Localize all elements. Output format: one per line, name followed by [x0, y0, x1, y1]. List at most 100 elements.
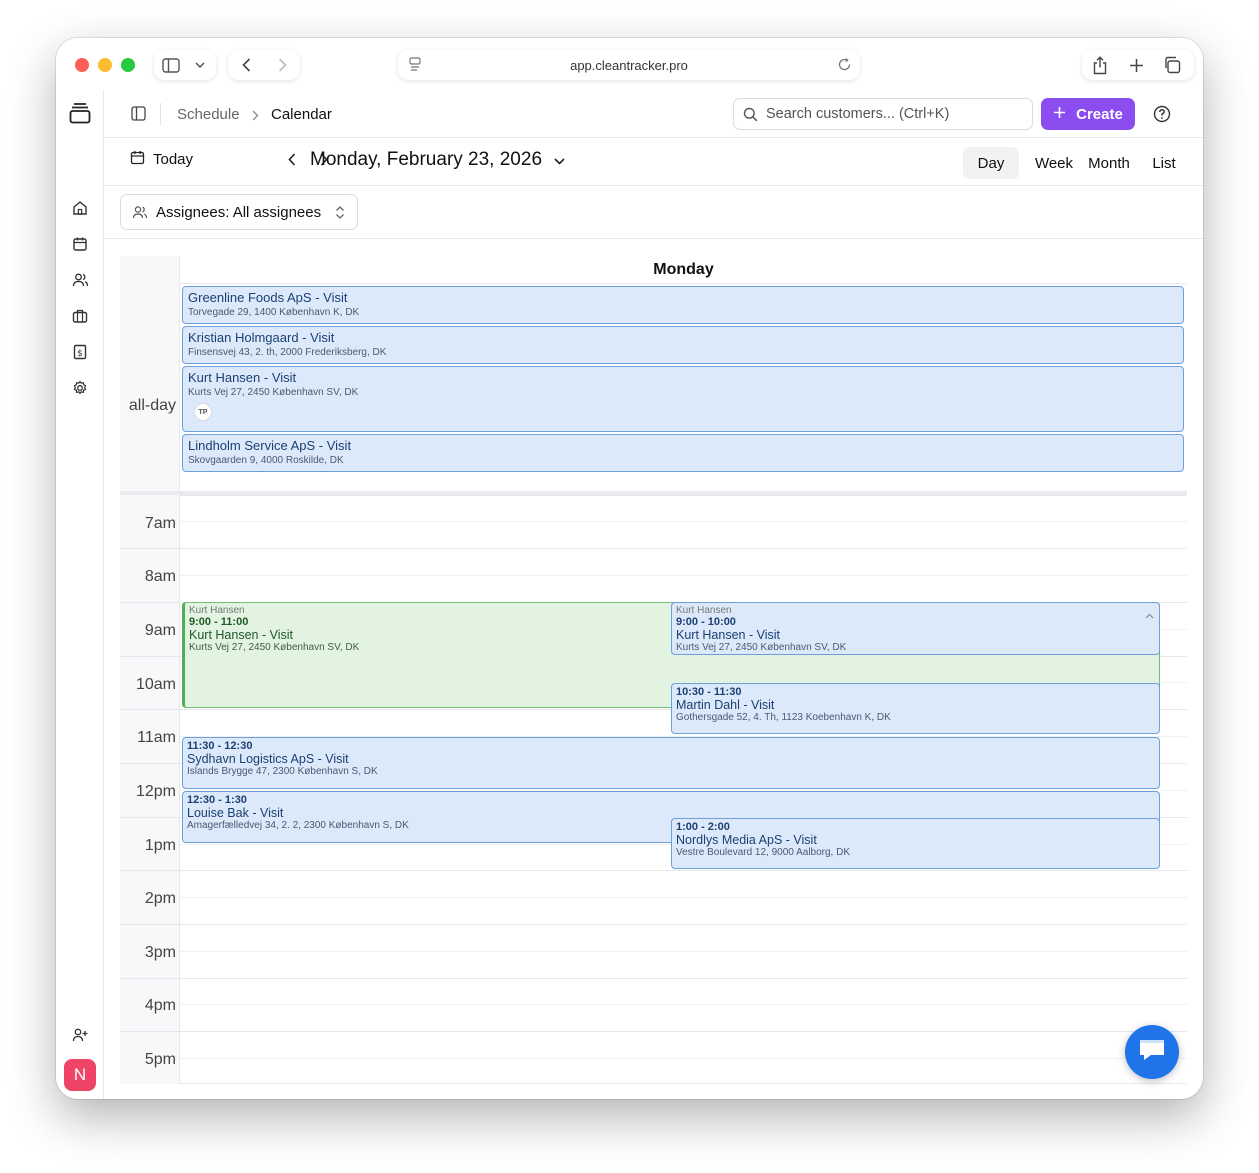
settings-icon[interactable] [70, 378, 90, 398]
date-title: Monday, February 23, 2026 [310, 149, 543, 170]
home-icon[interactable] [70, 198, 90, 218]
assignee-filter-select[interactable]: Assignees: All assignees [120, 194, 358, 230]
chevron-down-icon [554, 149, 565, 171]
assignee-filter-label: Assignees: All assignees [156, 203, 322, 221]
plus-icon [1053, 106, 1066, 123]
address-bar[interactable]: app.cleantracker.pro [398, 50, 860, 80]
breadcrumb-schedule[interactable]: Schedule [177, 106, 240, 123]
panel-toggle-icon[interactable] [131, 106, 146, 126]
event-assignee: Kurt Hansen [676, 605, 732, 616]
history-nav-group [228, 50, 300, 80]
chevron-up-icon[interactable] [1145, 606, 1154, 624]
event-address: Skovgaarden 9, 4000 Roskilde, DK [188, 455, 344, 466]
browser-actions-group [1082, 50, 1194, 80]
event-title: Greenline Foods ApS - Visit [188, 290, 348, 305]
allday-label: all-day [128, 397, 176, 414]
view-tab-day[interactable]: Day [963, 147, 1019, 179]
event-address: Kurts Vej 27, 2450 København SV, DK [676, 642, 847, 653]
hour-label: 12pm [135, 783, 176, 800]
breadcrumb-chevron-icon [252, 108, 259, 126]
chevron-down-icon[interactable] [188, 50, 212, 80]
today-button[interactable]: Today [130, 150, 193, 169]
calendar-toolbar: Today Monday, February 23, 2026 Day Week… [104, 138, 1203, 186]
allday-event[interactable]: Lindholm Service ApS - Visit Skovgaarden… [182, 434, 1184, 472]
half-hour-gridline [180, 951, 1187, 952]
half-hour-gridline [180, 1004, 1187, 1005]
minimize-window-button[interactable] [98, 58, 112, 72]
half-hour-gridline [180, 575, 1187, 576]
calendar-event[interactable]: 1:00 - 2:00 Nordlys Media ApS - Visit Ve… [671, 818, 1160, 869]
forward-arrow-icon[interactable] [264, 50, 300, 80]
allday-event[interactable]: Greenline Foods ApS - Visit Torvegade 29… [182, 286, 1184, 324]
sidebar-toggle-group [154, 50, 216, 80]
hour-gridline [180, 870, 1187, 871]
day-calendar: Monday all-day Greenline Foods ApS - Vis… [120, 256, 1187, 1084]
users-icon[interactable] [70, 270, 90, 290]
invoice-icon[interactable]: $ [70, 342, 90, 362]
hour-label: 4pm [144, 997, 176, 1014]
gutter-line [120, 709, 180, 710]
hour-gridline [180, 978, 1187, 979]
search-input[interactable]: Search customers... (Ctrl+K) [733, 98, 1033, 130]
view-tab-list[interactable]: List [1140, 147, 1188, 179]
event-title: Kurt Hansen - Visit [676, 628, 780, 642]
event-title: Martin Dahl - Visit [676, 698, 775, 712]
search-placeholder: Search customers... (Ctrl+K) [766, 106, 950, 122]
event-title: Sydhavn Logistics ApS - Visit [187, 752, 349, 766]
gutter-line [120, 978, 180, 979]
hour-label: 9am [144, 622, 176, 639]
app-logo-icon[interactable] [68, 103, 92, 124]
create-button[interactable]: Create [1041, 98, 1135, 130]
calendar-event[interactable]: 10:30 - 11:30 Martin Dahl - Visit Gother… [671, 683, 1160, 734]
event-time: 12:30 - 1:30 [187, 794, 247, 806]
maximize-window-button[interactable] [121, 58, 135, 72]
event-title: Nordlys Media ApS - Visit [676, 833, 817, 847]
sidebar-toggle-icon[interactable] [154, 50, 188, 80]
user-avatar[interactable]: N [64, 1059, 96, 1091]
event-time: 11:30 - 12:30 [187, 740, 253, 752]
add-user-icon[interactable] [70, 1025, 90, 1045]
calendar-event[interactable]: 11:30 - 12:30 Sydhavn Logistics ApS - Vi… [182, 737, 1160, 789]
tabs-overview-icon[interactable] [1154, 50, 1190, 80]
prev-day-icon[interactable] [288, 153, 296, 171]
reload-icon[interactable] [837, 57, 852, 75]
back-arrow-icon[interactable] [228, 50, 264, 80]
svg-text:$: $ [77, 349, 83, 359]
event-address: Vestre Boulevard 12, 9000 Aalborg, DK [676, 847, 851, 858]
half-hour-gridline [180, 521, 1187, 522]
hour-label: 10am [135, 676, 176, 693]
header-divider [160, 103, 161, 125]
chat-bubble-icon [1137, 1037, 1167, 1068]
hour-label: 8am [144, 568, 176, 585]
view-tab-month[interactable]: Month [1077, 147, 1141, 179]
today-label: Today [153, 151, 194, 168]
hour-gridline [180, 1031, 1187, 1032]
event-address: Kurts Vej 27, 2450 København SV, DK [188, 387, 359, 398]
half-hour-gridline [180, 1058, 1187, 1059]
gutter-line [120, 763, 180, 764]
hour-gridline [180, 495, 1187, 496]
event-address: Finsensvej 43, 2. th, 2000 Frederiksberg… [188, 347, 387, 358]
allday-event[interactable]: Kristian Holmgaard - Visit Finsensvej 43… [182, 326, 1184, 364]
hour-label: 11am [137, 729, 176, 746]
calendar-small-icon [130, 150, 145, 169]
date-picker-button[interactable]: Monday, February 23, 2026 [310, 149, 565, 171]
users-filter-icon [132, 205, 148, 224]
chat-support-button[interactable] [1125, 1025, 1179, 1079]
new-tab-icon[interactable] [1118, 50, 1154, 80]
gutter-line [120, 924, 180, 925]
main-content: Schedule Calendar Search customers... (C… [104, 90, 1203, 1099]
view-tab-week[interactable]: Week [1023, 147, 1085, 179]
hour-gridline [180, 548, 1187, 549]
help-icon[interactable] [1153, 105, 1171, 128]
share-icon[interactable] [1082, 50, 1118, 80]
calendar-event[interactable]: Kurt Hansen 9:00 - 10:00 Kurt Hansen - V… [671, 602, 1160, 655]
hour-label: 1pm [144, 837, 176, 854]
event-title: Kristian Holmgaard - Visit [188, 330, 335, 345]
calendar-icon[interactable] [70, 234, 90, 254]
event-time: 1:00 - 2:00 [676, 821, 730, 833]
briefcase-icon[interactable] [70, 306, 90, 326]
breadcrumb-calendar: Calendar [271, 106, 332, 123]
close-window-button[interactable] [75, 58, 89, 72]
allday-event[interactable]: Kurt Hansen - Visit Kurts Vej 27, 2450 K… [182, 366, 1184, 432]
